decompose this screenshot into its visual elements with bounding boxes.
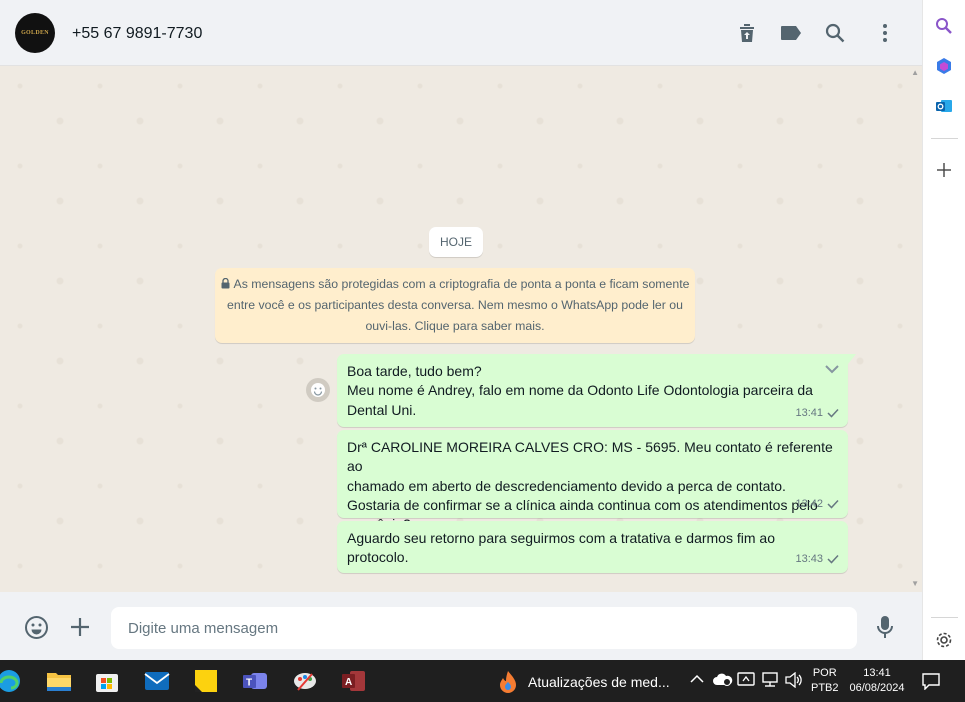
svg-text:T: T — [246, 678, 252, 689]
message-line: Meu nome é Andrey, falo em nome da Odont… — [347, 382, 813, 399]
outlook-icon[interactable] — [933, 95, 955, 117]
scroll-up-arrow-icon[interactable]: ▲ — [911, 68, 919, 77]
mail-icon[interactable] — [142, 666, 172, 696]
add-icon[interactable] — [933, 159, 955, 181]
microsoft-store-icon[interactable] — [92, 666, 122, 696]
paint-icon[interactable] — [290, 666, 320, 696]
sticky-notes-icon[interactable] — [191, 666, 221, 696]
message-input[interactable] — [111, 607, 857, 649]
access-icon[interactable]: A — [339, 666, 369, 696]
svg-text:A: A — [345, 677, 352, 688]
microphone-icon[interactable] — [872, 614, 898, 640]
teams-icon[interactable]: T — [240, 666, 270, 696]
whatsapp-window: GOLDEN +55 67 9891-7730 ▲ ▼ HOJE As mens… — [0, 0, 922, 660]
keyboard-layout: PTB2 — [811, 682, 839, 694]
sent-check-icon — [827, 409, 839, 418]
file-explorer-icon[interactable] — [44, 666, 74, 696]
conversation-panel[interactable]: ▲ ▼ HOJE As mensagens são protegidas com… — [0, 66, 922, 592]
updates-notification[interactable]: Atualizações de med... — [498, 670, 670, 694]
message-line: Gostaria de confirmar se a clínica ainda… — [347, 496, 818, 513]
attach-plus-icon[interactable] — [67, 614, 93, 640]
system-clock[interactable]: 13:41 06/08/2024 — [847, 666, 907, 696]
message-meta: 13:41 — [795, 404, 839, 423]
sent-check-icon — [827, 555, 839, 564]
message-line: Drª CAROLINE MOREIRA CALVES CRO: MS - 56… — [347, 439, 833, 475]
avatar-logo-text: GOLDEN — [21, 30, 49, 36]
encryption-notice-text: As mensagens são protegidas com a cripto… — [227, 277, 690, 333]
emoji-reaction-icon[interactable] — [306, 378, 330, 402]
message-bubble[interactable]: Boa tarde, tudo bem? Meu nome é Andrey, … — [337, 354, 856, 427]
search-icon[interactable] — [933, 15, 955, 37]
day-separator: HOJE — [429, 227, 483, 257]
message-bubble[interactable]: Drª CAROLINE MOREIRA CALVES CRO: MS - 56… — [337, 430, 848, 532]
update-flame-icon — [500, 671, 516, 693]
message-line: Aguardo seu retorno para seguirmos com a… — [347, 530, 775, 546]
contact-name[interactable]: +55 67 9891-7730 — [72, 25, 202, 43]
chevron-down-icon[interactable] — [824, 360, 840, 379]
volume-icon[interactable] — [785, 671, 803, 691]
windows-taskbar: T A Atualizações de med... POR PTB2 13:4… — [0, 660, 965, 702]
side-divider — [931, 138, 958, 139]
lock-icon — [221, 277, 230, 289]
message-line: chamado em aberto de descredenciamento d… — [347, 477, 786, 494]
remote-desktop-icon[interactable] — [737, 672, 755, 691]
sent-check-icon — [827, 500, 839, 509]
message-line: Dental Uni. — [347, 401, 417, 418]
clock-date: 06/08/2024 — [849, 682, 905, 694]
encryption-notice[interactable]: As mensagens são protegidas com a cripto… — [215, 268, 695, 343]
message-time: 13:41 — [795, 406, 823, 419]
cloud-sync-icon[interactable] — [713, 672, 733, 689]
input-language-indicator[interactable]: POR PTB2 — [811, 666, 839, 696]
message-time: 13:43 — [795, 552, 823, 565]
message-meta: 13:42 — [795, 495, 839, 514]
avatar[interactable]: GOLDEN — [15, 13, 55, 53]
show-hidden-icons-chevron-icon[interactable] — [690, 672, 704, 687]
message-time: 13:42 — [795, 497, 823, 510]
label-icon[interactable] — [779, 21, 803, 45]
clock-time: 13:41 — [863, 667, 891, 679]
browser-side-panel — [922, 0, 965, 660]
network-icon[interactable] — [761, 672, 779, 691]
message-line: protocolo. — [347, 549, 409, 566]
notifications-icon[interactable] — [921, 672, 941, 695]
delete-icon[interactable] — [735, 21, 759, 45]
settings-gear-icon[interactable] — [933, 629, 955, 651]
more-options-icon[interactable] — [873, 21, 897, 45]
message-meta: 13:43 — [795, 550, 839, 569]
updates-text: Atualizações de med... — [528, 674, 670, 690]
message-bubble[interactable]: Aguardo seu retorno para seguirmos com a… — [337, 521, 848, 573]
copilot-icon[interactable] — [933, 55, 955, 77]
scroll-down-arrow-icon[interactable]: ▼ — [911, 579, 919, 588]
message-composer — [0, 592, 922, 660]
message-line: Boa tarde, tudo bem? — [347, 363, 482, 379]
search-icon[interactable] — [823, 21, 847, 45]
chat-header: GOLDEN +55 67 9891-7730 — [0, 0, 922, 66]
language-code: POR — [812, 667, 837, 679]
edge-icon[interactable] — [0, 666, 24, 696]
side-divider — [931, 617, 958, 618]
emoji-icon[interactable] — [23, 614, 49, 640]
